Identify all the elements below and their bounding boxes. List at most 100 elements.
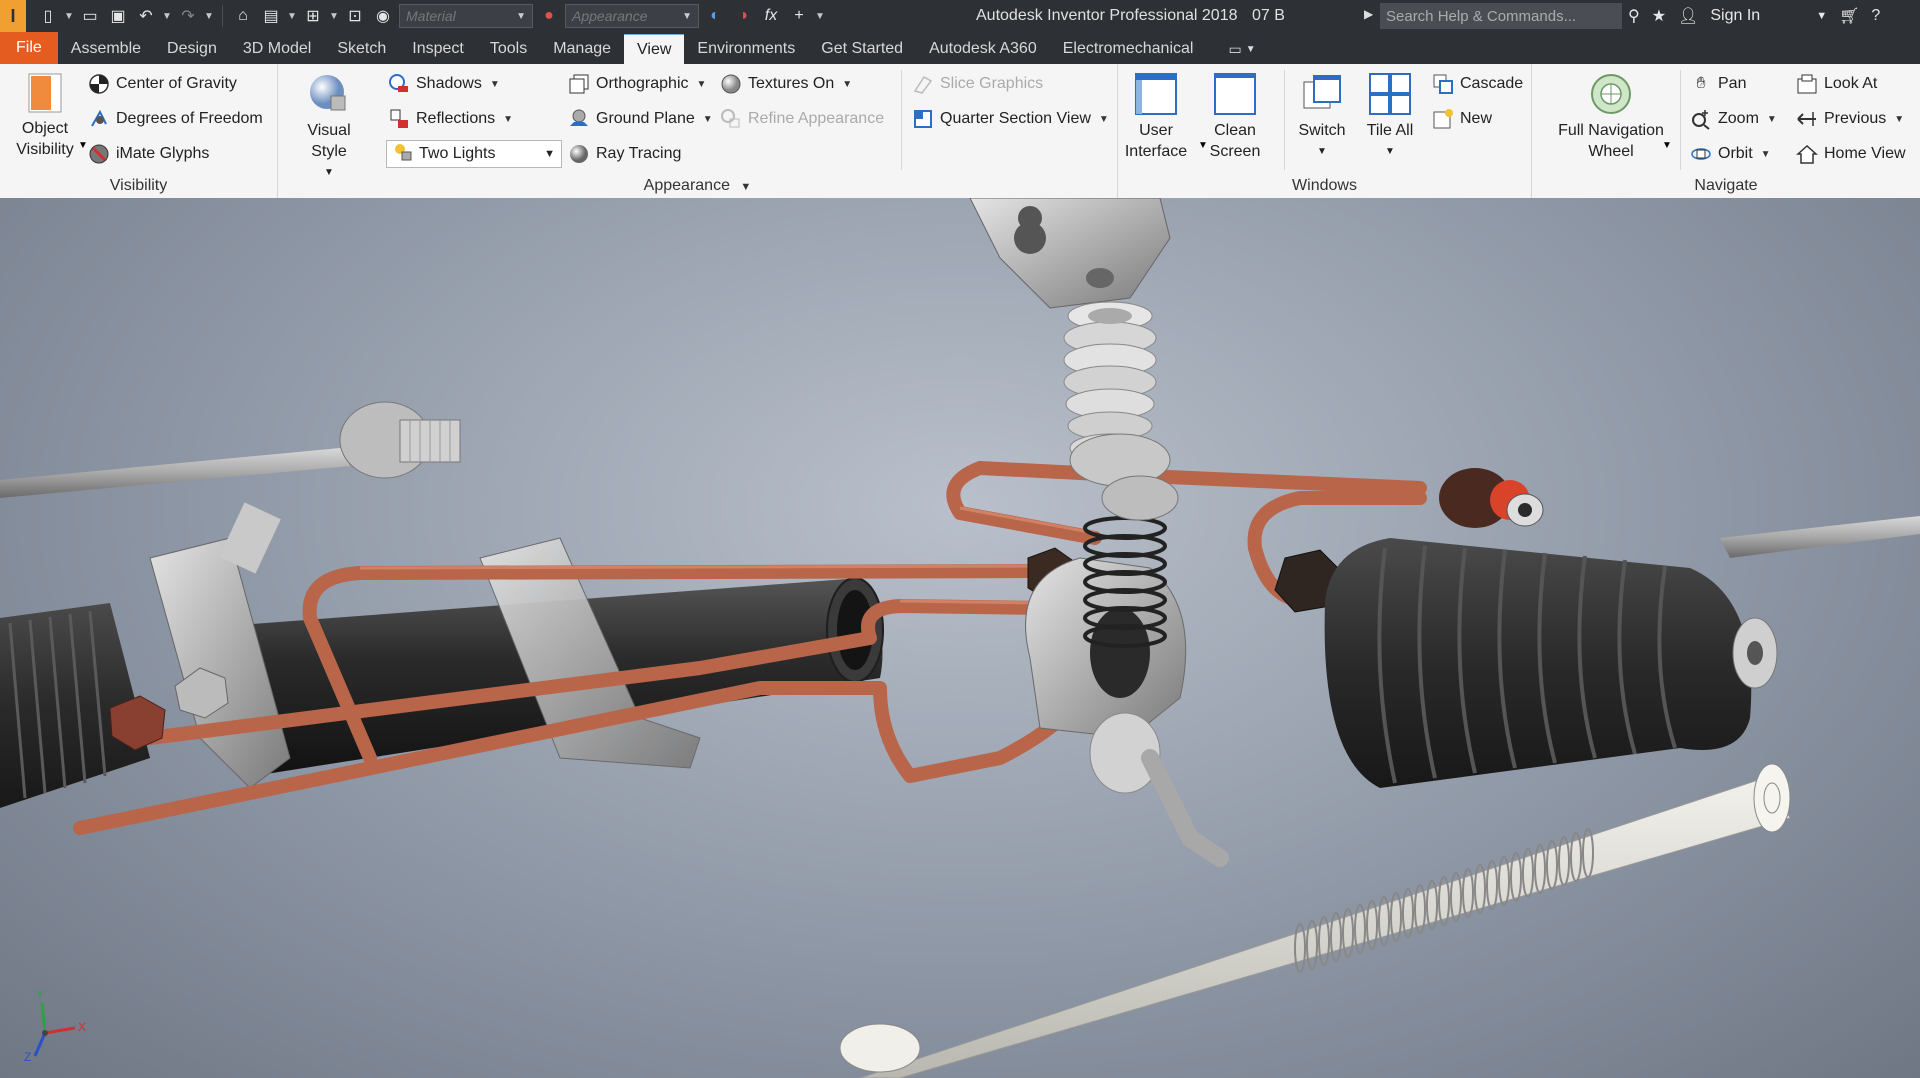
plus-icon[interactable]: + <box>787 4 811 28</box>
appearance-sphere-icon[interactable]: ● <box>537 4 561 28</box>
tab-tools[interactable]: Tools <box>477 34 540 64</box>
degrees-of-freedom-button[interactable]: Degrees of Freedom <box>88 105 263 133</box>
chevron-down-icon[interactable]: ▼ <box>490 79 500 90</box>
expand-arrow-icon[interactable]: ▶ <box>1364 7 1373 21</box>
home-icon[interactable]: ⌂ <box>231 4 255 28</box>
search-input[interactable]: Search Help & Commands... <box>1380 3 1622 29</box>
look-at-button[interactable]: Look At <box>1796 70 1877 98</box>
customize-dropdown-icon[interactable]: ▼ <box>815 11 825 22</box>
cascade-button[interactable]: Cascade <box>1432 70 1523 98</box>
help-icon[interactable]: ? <box>1871 7 1880 25</box>
chevron-down-icon[interactable]: ▼ <box>842 79 852 90</box>
user-icon[interactable]: 👤︎ <box>1678 6 1698 26</box>
chevron-down-icon[interactable]: ▼ <box>1662 140 1672 151</box>
shadows-button[interactable]: Shadows ▼ <box>388 70 500 98</box>
tab-sketch[interactable]: Sketch <box>324 34 399 64</box>
globe-icon[interactable]: ◉ <box>371 4 395 28</box>
tab-environments[interactable]: Environments <box>684 34 808 64</box>
open-folder-icon[interactable]: ▭ <box>78 4 102 28</box>
steering-rack-assembly-model[interactable] <box>0 198 1920 1078</box>
tab-assemble[interactable]: Assemble <box>58 34 154 64</box>
orthographic-button[interactable]: Orthographic ▼ <box>568 70 706 98</box>
lighting-style-select[interactable]: Two Lights ▼ <box>386 140 562 168</box>
valve-housing[interactable] <box>1025 557 1229 867</box>
redo-icon[interactable]: ↷ <box>176 4 200 28</box>
full-navigation-wheel-button[interactable]: Full Navigation Wheel <box>1546 72 1676 162</box>
pan-button[interactable]: ✋︎ Pan <box>1690 70 1746 98</box>
tab-3d-model[interactable]: 3D Model <box>230 34 324 64</box>
rack-bar[interactable] <box>839 763 1791 1078</box>
chevron-down-icon[interactable]: ▼ <box>162 11 172 22</box>
chevron-down-icon[interactable]: ▼ <box>204 11 214 22</box>
chevron-down-icon[interactable]: ▼ <box>287 11 297 22</box>
visual-style-button[interactable]: Visual Style ▼ <box>288 72 370 183</box>
binoculars-icon[interactable]: ⚲ <box>1628 6 1640 26</box>
ribbon-minimize-toggle[interactable]: ▭ ▼ <box>1228 34 1255 64</box>
tile-all-button[interactable]: Tile All ▼ <box>1358 72 1422 162</box>
quarter-section-view-button[interactable]: Quarter Section View ▼ <box>912 105 1109 133</box>
clean-screen-button[interactable]: Clean Screen <box>1198 72 1272 162</box>
tab-file[interactable]: File <box>0 32 58 64</box>
left-tie-rod-end[interactable] <box>339 401 461 479</box>
chevron-down-icon[interactable]: ▼ <box>1816 10 1827 22</box>
left-tie-rod[interactable] <box>0 448 350 498</box>
undo-icon[interactable]: ↶ <box>134 4 158 28</box>
zoom-button[interactable]: Zoom ▼ <box>1690 105 1777 133</box>
slice-graphics-button[interactable]: Slice Graphics <box>912 70 1043 98</box>
user-interface-button[interactable]: User Interface <box>1124 72 1188 162</box>
chevron-down-icon[interactable]: ▼ <box>1761 149 1771 160</box>
select-filter-icon[interactable]: ⊞ <box>301 4 325 28</box>
favorites-star-icon[interactable]: ★ <box>1652 6 1666 26</box>
print-icon[interactable]: ▤ <box>259 4 283 28</box>
orbit-button[interactable]: Orbit ▼ <box>1690 140 1771 168</box>
clear-appearance-icon[interactable]: ◑ <box>731 4 755 28</box>
imate-glyphs-button[interactable]: iMate Glyphs <box>88 140 209 168</box>
panel-title-appearance[interactable]: Appearance ▼ <box>278 177 1117 195</box>
ray-tracing-button[interactable]: Ray Tracing <box>568 140 681 168</box>
adjust-appearance-icon[interactable]: ◐ <box>703 4 727 28</box>
save-icon[interactable]: ▣ <box>106 4 130 28</box>
chevron-down-icon[interactable]: ▼ <box>64 11 74 22</box>
graphics-viewport[interactable]: X Y Z <box>0 198 1920 1078</box>
tab-autodesk-a360[interactable]: Autodesk A360 <box>916 34 1050 64</box>
new-window-button[interactable]: New <box>1432 105 1492 133</box>
inventor-logo-icon[interactable]: I <box>0 0 26 32</box>
chevron-down-icon[interactable]: ▼ <box>329 11 339 22</box>
chevron-down-icon[interactable]: ▼ <box>78 140 88 151</box>
new-file-icon[interactable]: ▯ <box>36 4 60 28</box>
appearance-combo[interactable]: Appearance ▼ <box>565 4 699 28</box>
chevron-down-icon[interactable]: ▼ <box>1246 44 1256 55</box>
chevron-down-icon[interactable]: ▼ <box>503 114 513 125</box>
tab-get-started[interactable]: Get Started <box>808 34 916 64</box>
parameters-icon[interactable]: fx <box>759 4 783 28</box>
previous-view-button[interactable]: Previous ▼ <box>1796 105 1904 133</box>
switch-button[interactable]: Switch ▼ <box>1290 72 1354 162</box>
right-tie-rod[interactable] <box>1720 516 1920 558</box>
panel-toggle-icon[interactable]: ▭ <box>1228 41 1241 58</box>
tab-view[interactable]: View <box>624 34 685 64</box>
chevron-down-icon[interactable]: ▼ <box>697 79 707 90</box>
center-of-gravity-button[interactable]: Center of Gravity <box>88 70 237 98</box>
object-visibility-button[interactable]: Object Visibility <box>8 72 82 160</box>
tab-electromechanical[interactable]: Electromechanical <box>1050 34 1207 64</box>
view-cube-triad[interactable] <box>33 1002 76 1057</box>
chevron-down-icon[interactable]: ▼ <box>1894 114 1904 125</box>
chevron-down-icon[interactable]: ▼ <box>1767 114 1777 125</box>
tab-design[interactable]: Design <box>154 34 230 64</box>
design-doctor-icon[interactable]: ⊡ <box>343 4 367 28</box>
tab-manage[interactable]: Manage <box>540 34 624 64</box>
cart-icon[interactable]: 🛒︎ <box>1839 6 1859 26</box>
reflections-button[interactable]: Reflections ▼ <box>388 105 513 133</box>
sign-in-button[interactable]: Sign In <box>1710 7 1760 25</box>
chevron-down-icon[interactable]: ▼ <box>703 114 713 125</box>
home-view-button[interactable]: Home View <box>1796 140 1906 168</box>
ground-plane-button[interactable]: Ground Plane ▼ <box>568 105 713 133</box>
tab-inspect[interactable]: Inspect <box>399 34 477 64</box>
textures-on-button[interactable]: Textures On ▼ <box>720 70 852 98</box>
right-boot[interactable] <box>1324 538 1778 788</box>
refine-appearance-button[interactable]: Refine Appearance <box>720 105 884 133</box>
chevron-down-icon[interactable]: ▼ <box>1099 114 1109 125</box>
material-combo[interactable]: Material ▼ <box>399 4 533 28</box>
fitting-right-red[interactable] <box>1439 468 1544 528</box>
rack-bushing[interactable] <box>839 1023 921 1073</box>
